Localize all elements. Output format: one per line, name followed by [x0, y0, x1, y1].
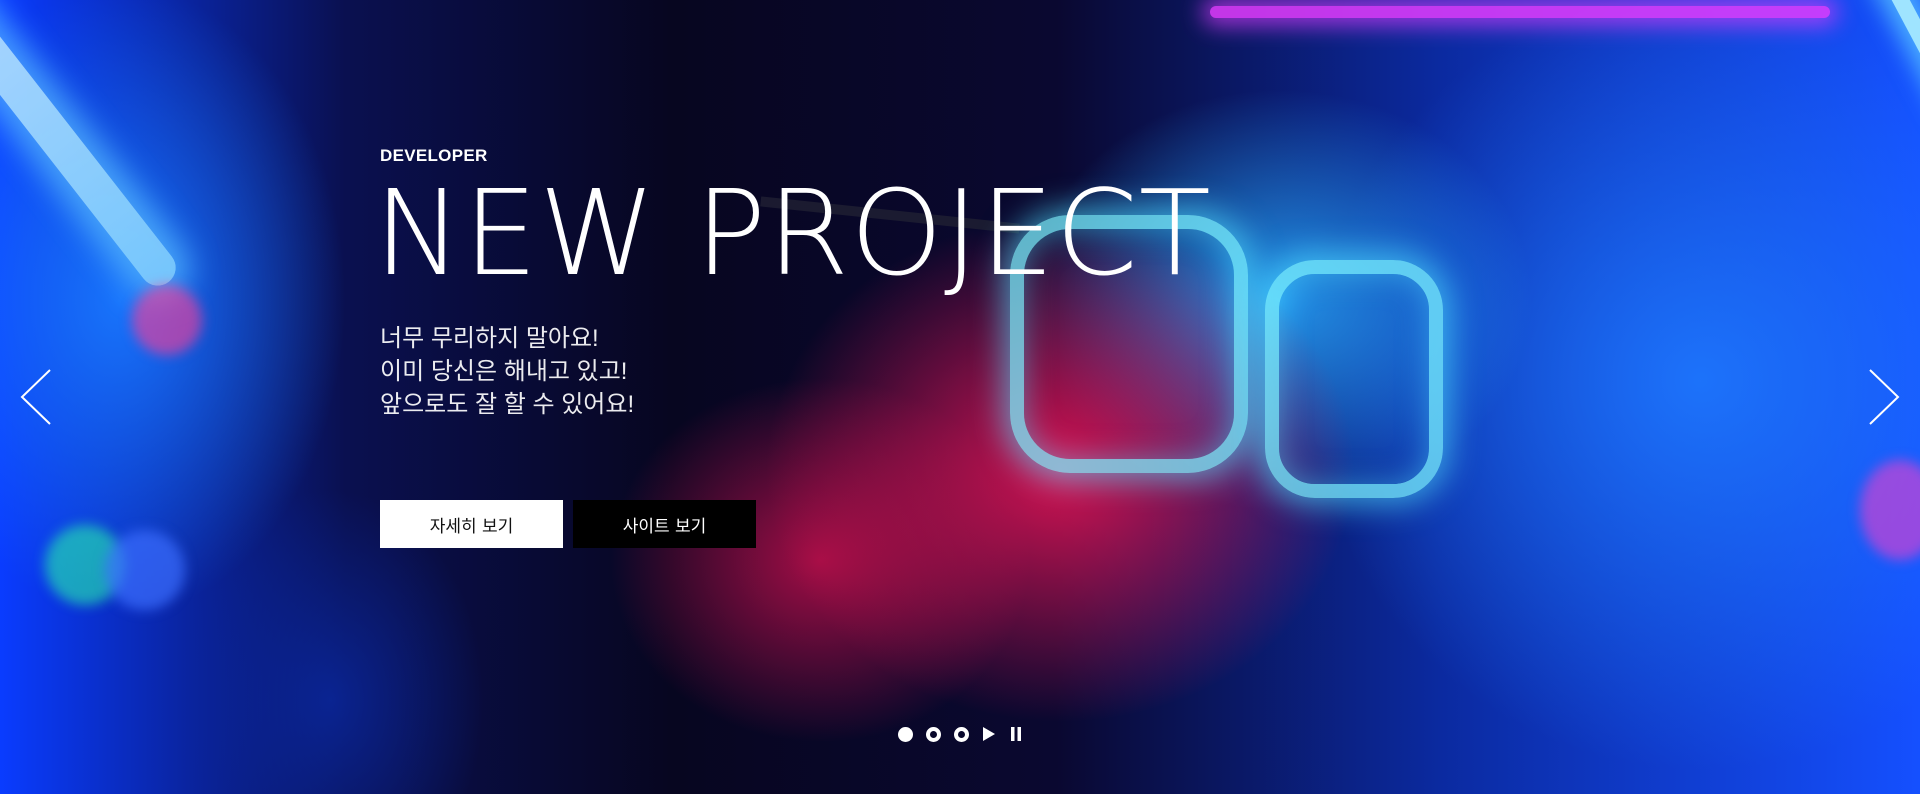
- hero-description: 너무 무리하지 말아요! 이미 당신은 해내고 있고! 앞으로도 잘 할 수 있…: [380, 322, 1212, 421]
- slide-dot-active[interactable]: [897, 726, 913, 742]
- play-button[interactable]: [982, 726, 996, 742]
- slider-pagination: [0, 726, 1920, 742]
- hero-title: NEW PROJECT: [374, 164, 1212, 302]
- chevron-left-icon: [20, 369, 51, 425]
- view-detail-button[interactable]: 자세히 보기: [380, 500, 563, 548]
- neon-light-decoration: [1882, 0, 1920, 106]
- bokeh-light: [105, 530, 185, 610]
- neon-light-decoration: [0, 0, 184, 293]
- hero-content: DEVELOPER NEW PROJECT 너무 무리하지 말아요! 이미 당신…: [374, 146, 1212, 421]
- prev-slide-button[interactable]: [18, 368, 58, 426]
- hero-eyebrow: DEVELOPER: [380, 146, 488, 165]
- pause-button[interactable]: [1009, 726, 1023, 742]
- bokeh-light: [1860, 460, 1920, 560]
- view-site-button[interactable]: 사이트 보기: [573, 500, 756, 548]
- next-slide-button[interactable]: [1862, 368, 1902, 426]
- slide-dot[interactable]: [925, 726, 941, 742]
- pause-icon: [1010, 727, 1021, 741]
- bokeh-light: [132, 285, 202, 355]
- glasses-decoration: [1265, 260, 1443, 498]
- slide-dot[interactable]: [953, 726, 969, 742]
- hero-description-line: 너무 무리하지 말아요!: [380, 325, 599, 352]
- play-icon: [982, 727, 995, 741]
- hero-description-line: 이미 당신은 해내고 있고!: [380, 358, 628, 385]
- hero-buttons: 자세히 보기 사이트 보기: [380, 500, 756, 548]
- chevron-right-icon: [1869, 369, 1900, 425]
- hero-description-line: 앞으로도 잘 할 수 있어요!: [380, 391, 635, 418]
- hero-slider: DEVELOPER NEW PROJECT 너무 무리하지 말아요! 이미 당신…: [0, 0, 1920, 794]
- neon-light-decoration: [1210, 6, 1830, 18]
